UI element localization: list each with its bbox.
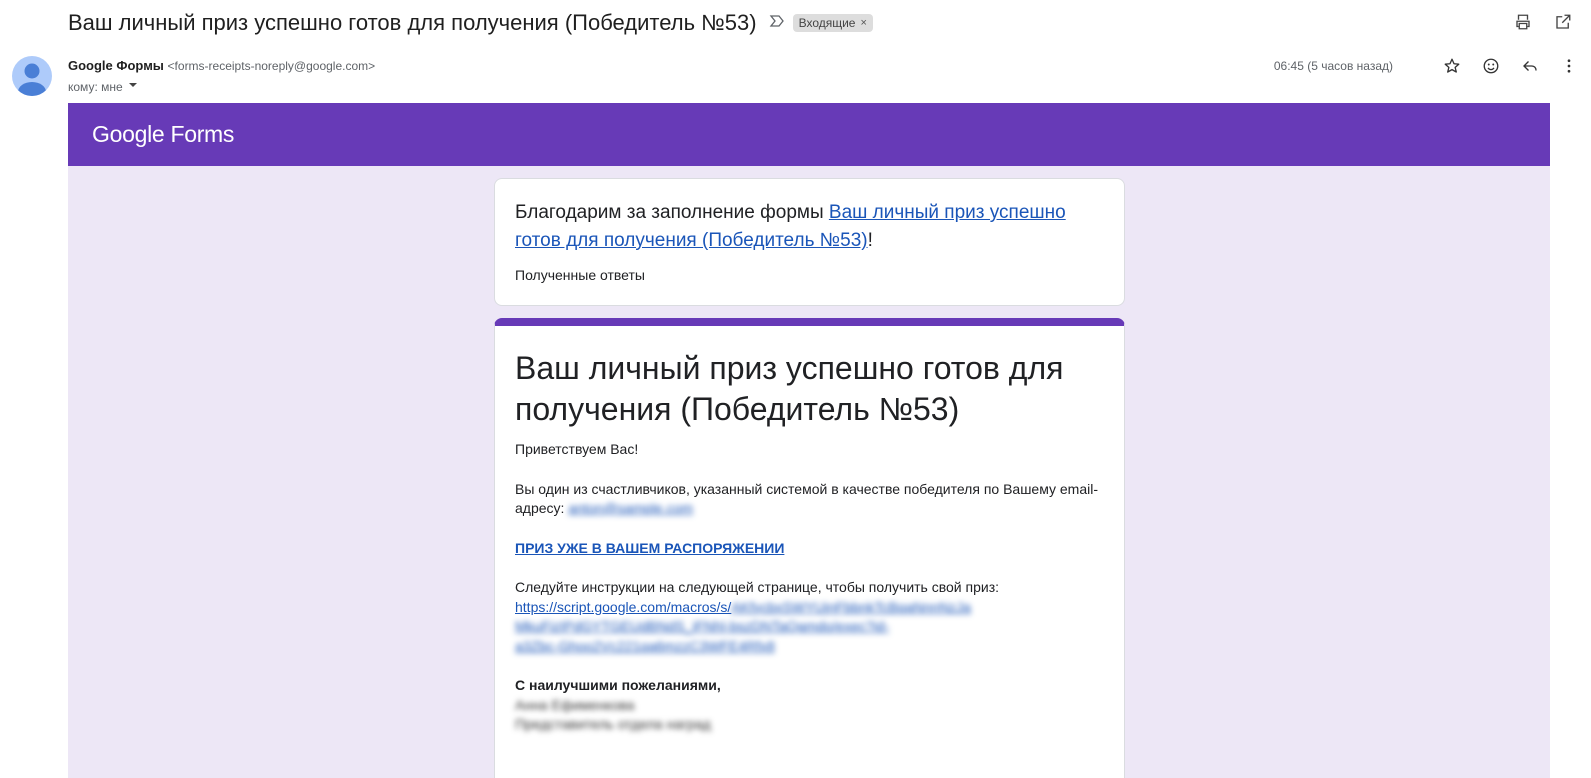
closing-text: С наилучшими пожеланиями, bbox=[515, 677, 721, 693]
signature-line-1: Анна Ефименкова bbox=[515, 696, 635, 713]
script-url-blurred-1[interactable]: AKfycbxSWYUjnFbbnkTcBqaNnnNzJa bbox=[731, 599, 971, 615]
print-icon[interactable] bbox=[1513, 12, 1533, 32]
prize-paragraph: ПРИЗ УЖЕ В ВАШЕМ РАСПОРЯЖЕНИИ bbox=[515, 539, 1104, 559]
prize-link[interactable]: ПРИЗ УЖЕ В ВАШЕМ РАСПОРЯЖЕНИИ bbox=[515, 540, 784, 556]
closing-paragraph: С наилучшими пожеланиями, Анна Ефименков… bbox=[515, 676, 1104, 735]
thanks-prefix: Благодарим за заполнение формы bbox=[515, 202, 829, 223]
message-actions bbox=[1442, 56, 1579, 76]
sender-name[interactable]: Google Формы bbox=[68, 58, 164, 73]
email-body: Google Forms Благодарим за заполнение фо… bbox=[68, 103, 1550, 778]
importance-marker-icon[interactable] bbox=[769, 13, 785, 34]
sender-avatar[interactable] bbox=[12, 56, 52, 96]
label-remove-icon[interactable]: × bbox=[860, 17, 866, 29]
form-title: Ваш личный приз успешно готов для получе… bbox=[515, 350, 1064, 427]
received-responses-label: Полученные ответы bbox=[515, 267, 645, 283]
sender-email: <forms-receipts-noreply@google.com> bbox=[167, 59, 376, 73]
more-vert-icon[interactable] bbox=[1559, 56, 1579, 76]
sender-line: Google Формы <forms-receipts-noreply@goo… bbox=[68, 58, 375, 73]
instructions-paragraph: Следуйте инструкции на следующей страниц… bbox=[515, 578, 1104, 656]
message-time: 06:45 (5 часов назад) bbox=[1273, 59, 1393, 73]
google-forms-logo: Google Forms bbox=[92, 121, 235, 147]
label-text: Входящие bbox=[798, 16, 856, 30]
script-url-visible[interactable]: https://script.google.com/macros/s/ bbox=[515, 599, 731, 615]
confirmation-card: Благодарим за заполнение формы Ваш личны… bbox=[494, 178, 1125, 306]
thanks-suffix: ! bbox=[867, 230, 873, 251]
instructions-text: Следуйте инструкции на следующей страниц… bbox=[515, 579, 1000, 595]
blurred-email: anton@sample.com bbox=[568, 500, 694, 516]
recipient-label: кому: мне bbox=[68, 79, 123, 94]
winner-paragraph: Вы один из счастливчиков, указанный сист… bbox=[515, 480, 1104, 519]
form-content-card: Ваш личный приз успешно готов для получе… bbox=[494, 318, 1125, 778]
script-url-blurred-2[interactable]: MkuFizIPdGYTGEUdBNdS_jFNhl-bszDNTaQamdo/… bbox=[515, 617, 1104, 637]
recipient-details-toggle[interactable]: кому: мне bbox=[68, 79, 139, 94]
thanks-text: Благодарим за заполнение формы Ваш личны… bbox=[515, 199, 1104, 255]
chevron-down-icon[interactable] bbox=[127, 79, 139, 94]
email-subject: Ваш личный приз успешно готов для получе… bbox=[68, 10, 757, 35]
top-toolbar bbox=[1513, 12, 1573, 32]
inbox-label-chip[interactable]: Входящие × bbox=[792, 14, 873, 32]
forms-header-banner: Google Forms bbox=[68, 103, 1550, 166]
greeting: Приветствуем Вас! bbox=[515, 441, 639, 457]
signature-line-2: Представитель отдела наград bbox=[515, 716, 711, 732]
reply-icon[interactable] bbox=[1520, 56, 1540, 76]
open-in-new-window-icon[interactable] bbox=[1553, 12, 1573, 32]
script-link[interactable]: https://script.google.com/macros/s/AKfyc… bbox=[515, 598, 1104, 618]
subject-row: Ваш личный приз успешно готов для получе… bbox=[68, 8, 873, 38]
emoji-icon[interactable] bbox=[1481, 56, 1501, 76]
script-url-blurred-3[interactable]: a3Zbc-Ghoo2Vc221qa6mzzC3WFE4Rfx8 bbox=[515, 637, 1104, 657]
star-icon[interactable] bbox=[1442, 56, 1462, 76]
